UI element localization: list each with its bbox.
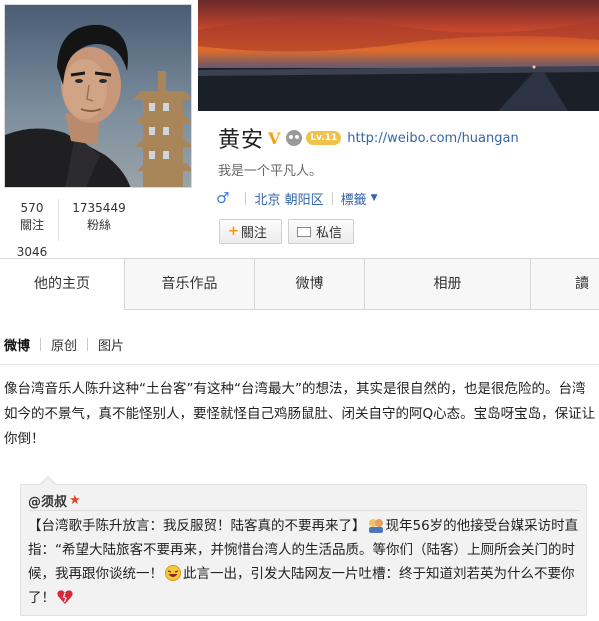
profile-name: 黄安: [218, 128, 265, 153]
followers-label: 粉絲: [86, 218, 111, 232]
follow-button[interactable]: + 關注: [219, 219, 282, 244]
profile-name-row: 黄安 V Lv.11 http://weibo.com/huangan: [218, 124, 519, 153]
message-button-label: 私信: [316, 226, 343, 241]
quote-author-row: @须叔 ★: [28, 491, 81, 510]
envelope-icon: [297, 226, 311, 237]
tab-weibo[interactable]: 微博: [255, 259, 365, 309]
profile-url-link[interactable]: http://weibo.com/huangan: [347, 131, 518, 146]
stats-divider: [58, 199, 59, 241]
subtab-divider: [87, 337, 89, 351]
tab-album[interactable]: 相册: [365, 259, 531, 309]
subtabs-divider: [0, 364, 599, 365]
profile-bio: 我是一个平凡人。: [218, 164, 323, 179]
location-link[interactable]: 北京 朝阳区: [254, 189, 323, 208]
profile-tabs: 他的主页 音乐作品 微博 相册 讀: [0, 258, 599, 310]
post-text: 像台湾音乐人陈升这种“土台客”有这种“台湾最大”的想法，其实是很自然的，也是很危…: [4, 381, 596, 447]
tags-dropdown[interactable]: 標籤: [341, 189, 367, 208]
tab-music[interactable]: 音乐作品: [125, 259, 255, 309]
avatar-photo: [5, 5, 191, 187]
quote-headline: 【台湾歌手陈升放言：我反服贸！陆客真的不要再来了】: [28, 518, 366, 534]
tab-more[interactable]: 讀: [531, 259, 599, 309]
laugh-emoji-icon: [165, 565, 181, 581]
followers-stat[interactable]: 1735449 粉絲: [62, 200, 136, 234]
cover-photo: [198, 0, 599, 111]
subtab-divider: [40, 337, 42, 351]
profile-meta-row: ♂ 北京 朝阳区 標籤 ▼: [216, 187, 378, 209]
meta-divider: [245, 191, 247, 205]
quote-divider: [28, 510, 580, 511]
followers-count: 1735449: [72, 201, 126, 215]
profile-avatar[interactable]: [4, 4, 192, 188]
following-label: 關注: [19, 218, 44, 232]
weibo-profile-page: 570 關注 1735449 粉絲 3046 黄安 V Lv.11 http:/…: [0, 0, 599, 621]
subtab-images[interactable]: 图片: [94, 335, 128, 354]
chevron-down-icon[interactable]: ▼: [371, 193, 378, 203]
male-icon: ♂: [216, 189, 230, 207]
message-button[interactable]: 私信: [288, 219, 354, 244]
plus-icon: +: [228, 224, 239, 239]
profile-cover-image: [198, 0, 599, 111]
level-badge[interactable]: Lv.11: [306, 131, 342, 145]
following-stat[interactable]: 570 關注: [12, 200, 52, 234]
subtab-weibo[interactable]: 微博: [0, 335, 34, 354]
member-icon[interactable]: [286, 130, 303, 146]
quote-author-link[interactable]: @须叔: [28, 491, 67, 510]
verified-icon[interactable]: V: [268, 129, 280, 148]
quote-text: 【台湾歌手陈升放言：我反服贸！陆客真的不要再来了】 现年56岁的他接受台媒采访时直…: [28, 514, 584, 610]
broken-heart-icon: [57, 590, 73, 604]
follow-button-label: 關注: [240, 226, 267, 241]
quote-arrow-inner: [41, 478, 55, 485]
post-filter-tabs: 微博 原创 图片: [0, 334, 128, 354]
meta-divider: [331, 191, 333, 205]
people-emoji-icon: [368, 519, 383, 533]
following-count: 570: [20, 201, 44, 215]
tab-home[interactable]: 他的主页: [0, 259, 125, 310]
star-icon: ★: [69, 493, 81, 508]
subtab-original[interactable]: 原创: [47, 335, 81, 354]
